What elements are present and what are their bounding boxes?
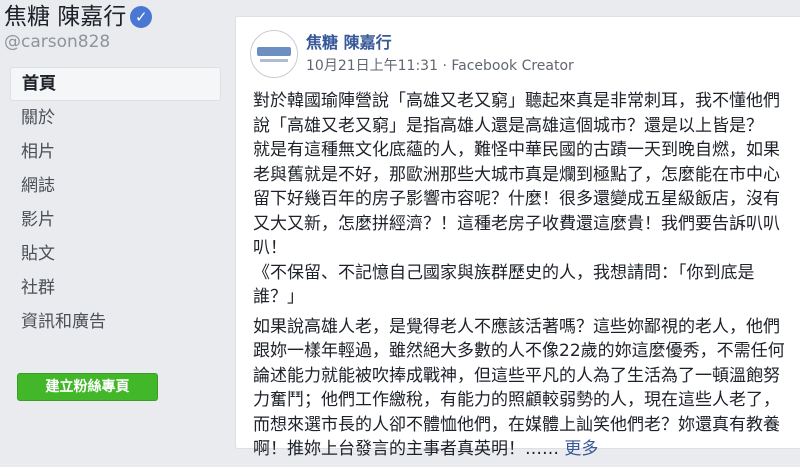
avatar-logo-band — [257, 47, 291, 56]
avatar-logo-line — [260, 59, 288, 62]
sidebar-item-info-and-ads[interactable]: 資訊和廣告 — [10, 305, 221, 339]
page-handle[interactable]: @carson828 — [4, 30, 110, 54]
post-card: 焦糖 陳嘉行 10月21日上午11:31 · Facebook Creator … — [235, 16, 800, 459]
meta-separator: · — [442, 58, 447, 74]
sidebar-item-community[interactable]: 社群 — [10, 271, 221, 305]
verified-check-icon: ✓ — [130, 6, 153, 28]
post-source[interactable]: Facebook Creator — [451, 58, 573, 74]
post-body: 對於韓國瑜陣營說「高雄又老又窮」聽起來真是非常刺耳，我不懂他們 說「高雄又老又窮… — [253, 89, 791, 467]
sidebar-item-home[interactable]: 首頁 — [10, 67, 221, 101]
sidebar-item-videos[interactable]: 影片 — [10, 203, 221, 237]
sidebar-item-posts[interactable]: 貼文 — [10, 237, 221, 271]
page-title[interactable]: 焦糖 陳嘉行 ✓ — [4, 2, 153, 32]
post-paragraph: 對於韓國瑜陣營說「高雄又老又窮」聽起來真是非常刺耳，我不懂他們 說「高雄又老又窮… — [253, 91, 780, 307]
post-paragraph-text: 如果說高雄人老，是覺得老人不應該活著嗎？這些妳鄙視的老人，他們 跟妳一樣年輕過，… — [253, 316, 785, 460]
post-timestamp[interactable]: 10月21日上午11:31 — [306, 58, 438, 74]
sidebar-item-notes[interactable]: 網誌 — [10, 169, 221, 203]
see-more-link[interactable]: 更多 — [564, 439, 598, 459]
avatar[interactable] — [250, 30, 298, 78]
post-meta: 10月21日上午11:31 · Facebook Creator — [306, 56, 574, 76]
post-author[interactable]: 焦糖 陳嘉行 — [306, 32, 392, 54]
sidebar-nav: 首頁 關於 相片 網誌 影片 貼文 社群 資訊和廣告 — [10, 67, 221, 339]
sidebar-item-about[interactable]: 關於 — [10, 101, 221, 135]
post-paragraph: 如果說高雄人老，是覺得老人不應該活著嗎？這些妳鄙視的老人，他們 跟妳一樣年輕過，… — [253, 315, 791, 462]
create-page-button[interactable]: 建立粉絲專頁 — [17, 373, 158, 401]
sidebar-item-photos[interactable]: 相片 — [10, 135, 221, 169]
page-name-text[interactable]: 焦糖 陳嘉行 — [4, 4, 126, 30]
